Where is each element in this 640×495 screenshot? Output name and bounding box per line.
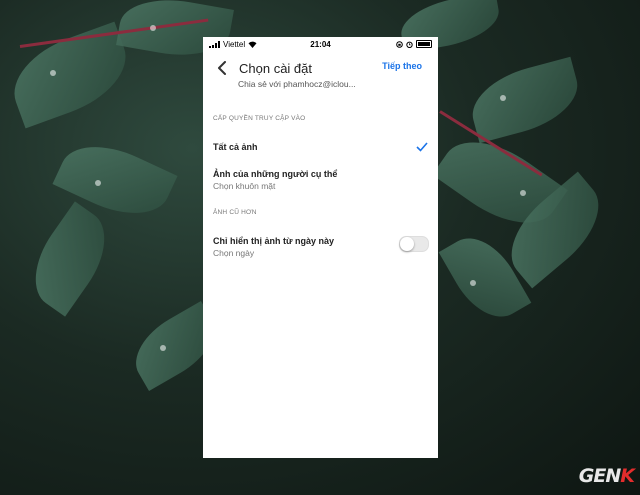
rotation-lock-icon (396, 40, 403, 48)
page-title: Chọn cài đặt (239, 60, 312, 76)
battery-icon (416, 40, 432, 48)
option-specific-people[interactable]: Ảnh của những người cụ thể Chọn khuôn mặ… (203, 169, 438, 201)
leaf (17, 201, 123, 317)
option-label: Tất cả ảnh (213, 142, 258, 152)
water-drop (470, 280, 476, 286)
phone-screen: Viettel 21:04 Chọn cài đặt Tiếp theo Chi… (203, 37, 438, 458)
date-filter-toggle[interactable] (399, 236, 429, 252)
section-header-access: CẤP QUYỀN TRUY CẬP VÀO (213, 115, 306, 122)
status-bar: Viettel 21:04 (203, 37, 438, 51)
checkmark-icon (416, 142, 428, 152)
water-drop (95, 180, 101, 186)
option-from-date[interactable]: Chỉ hiển thị ảnh từ ngày này Chọn ngày (203, 236, 438, 268)
water-drop (500, 95, 506, 101)
water-drop (160, 345, 166, 351)
water-drop (150, 25, 156, 31)
water-drop (520, 190, 526, 196)
back-arrow-icon (218, 61, 226, 75)
water-drop (50, 70, 56, 76)
option-label: Ảnh của những người cụ thể (213, 169, 338, 179)
next-button[interactable]: Tiếp theo (382, 61, 422, 71)
back-button[interactable] (207, 53, 237, 83)
section-header-older-photos: ẢNH CŨ HƠN (213, 209, 257, 216)
leaf (464, 56, 586, 144)
option-sublabel: Chọn khuôn mặt (213, 181, 276, 191)
top-app-bar: Chọn cài đặt Tiếp theo (203, 51, 438, 85)
signal-icon (209, 40, 220, 48)
toggle-knob (400, 237, 414, 251)
option-all-photos[interactable]: Tất cả ảnh (203, 142, 438, 162)
carrier-name: Viettel (223, 39, 246, 49)
wifi-icon (248, 41, 257, 48)
alarm-icon (406, 41, 413, 48)
genk-watermark-logo: GENK (578, 465, 635, 487)
